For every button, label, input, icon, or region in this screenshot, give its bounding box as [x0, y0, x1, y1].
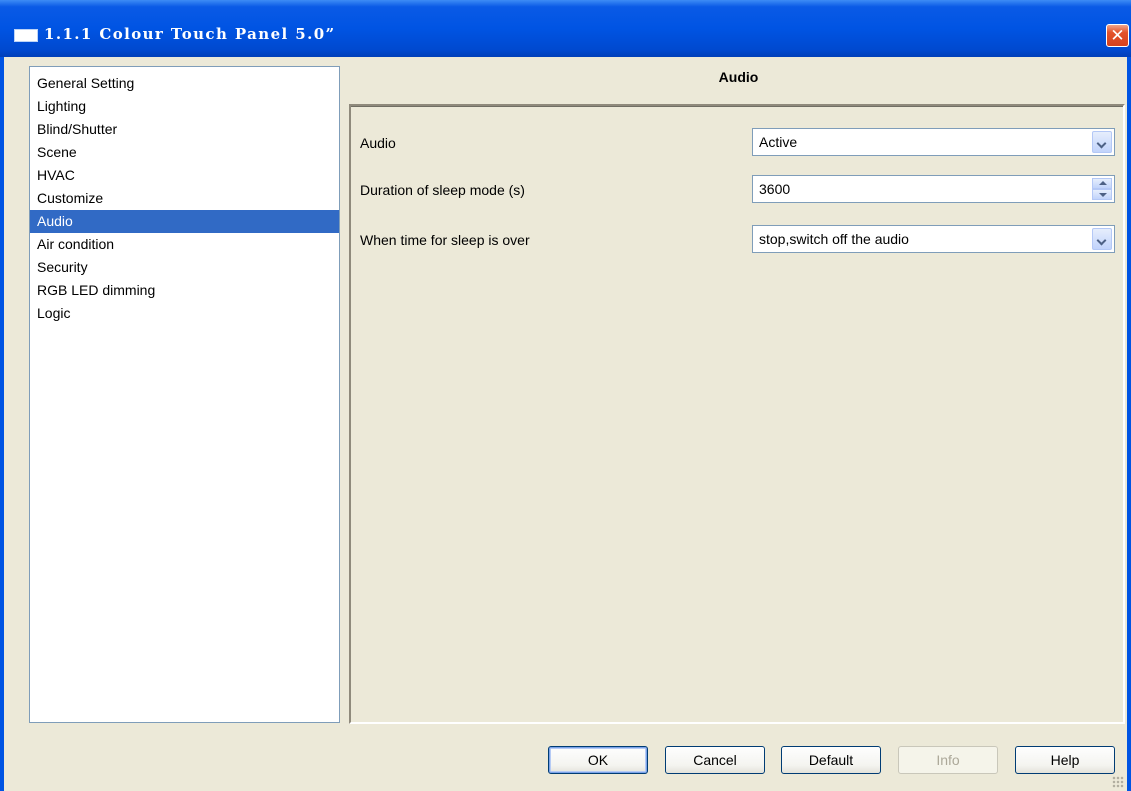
- window-icon: [14, 29, 38, 42]
- audio-value: Active: [759, 134, 798, 150]
- audio-dropdown[interactable]: Active: [752, 128, 1115, 156]
- resize-grip-icon[interactable]: [1112, 776, 1124, 788]
- sleep-duration-value[interactable]: 3600: [759, 181, 790, 197]
- sidebar-item-general-setting[interactable]: General Setting: [30, 72, 339, 95]
- window-title: 1.1.1 Colour Touch Panel 5.0”: [44, 25, 336, 43]
- spin-up-icon[interactable]: [1092, 178, 1112, 189]
- window-border-right: [1127, 57, 1131, 791]
- chevron-down-icon[interactable]: [1092, 131, 1112, 153]
- default-button[interactable]: Default: [781, 746, 881, 774]
- sidebar-item-audio[interactable]: Audio: [30, 210, 339, 233]
- help-button[interactable]: Help: [1015, 746, 1115, 774]
- ok-button[interactable]: OK: [548, 746, 648, 774]
- sidebar-item-hvac[interactable]: HVAC: [30, 164, 339, 187]
- sleep-duration-spinner[interactable]: 3600: [752, 175, 1115, 203]
- info-button[interactable]: Info: [898, 746, 998, 774]
- audio-label: Audio: [360, 135, 396, 151]
- chevron-down-icon[interactable]: [1092, 228, 1112, 250]
- sleep-over-dropdown[interactable]: stop,switch off the audio: [752, 225, 1115, 253]
- sidebar-item-customize[interactable]: Customize: [30, 187, 339, 210]
- sidebar-item-logic[interactable]: Logic: [30, 302, 339, 325]
- title-bar[interactable]: 1.1.1 Colour Touch Panel 5.0” ✕: [0, 0, 1131, 57]
- sidebar-item-blind-shutter[interactable]: Blind/Shutter: [30, 118, 339, 141]
- sidebar-item-scene[interactable]: Scene: [30, 141, 339, 164]
- category-list[interactable]: General Setting Lighting Blind/Shutter S…: [29, 66, 340, 723]
- sidebar-item-security[interactable]: Security: [30, 256, 339, 279]
- window-border-left: [0, 57, 4, 791]
- sleep-duration-label: Duration of sleep mode (s): [360, 182, 525, 198]
- cancel-button[interactable]: Cancel: [665, 746, 765, 774]
- sleep-over-value: stop,switch off the audio: [759, 231, 909, 247]
- sidebar-item-air-condition[interactable]: Air condition: [30, 233, 339, 256]
- sidebar-item-rgb-led-dimming[interactable]: RGB LED dimming: [30, 279, 339, 302]
- close-button[interactable]: ✕: [1106, 24, 1129, 47]
- sidebar-item-lighting[interactable]: Lighting: [30, 95, 339, 118]
- panel-title: Audio: [718, 69, 759, 85]
- sleep-over-label: When time for sleep is over: [360, 232, 530, 248]
- spin-down-icon[interactable]: [1092, 189, 1112, 200]
- close-icon: ✕: [1110, 26, 1125, 45]
